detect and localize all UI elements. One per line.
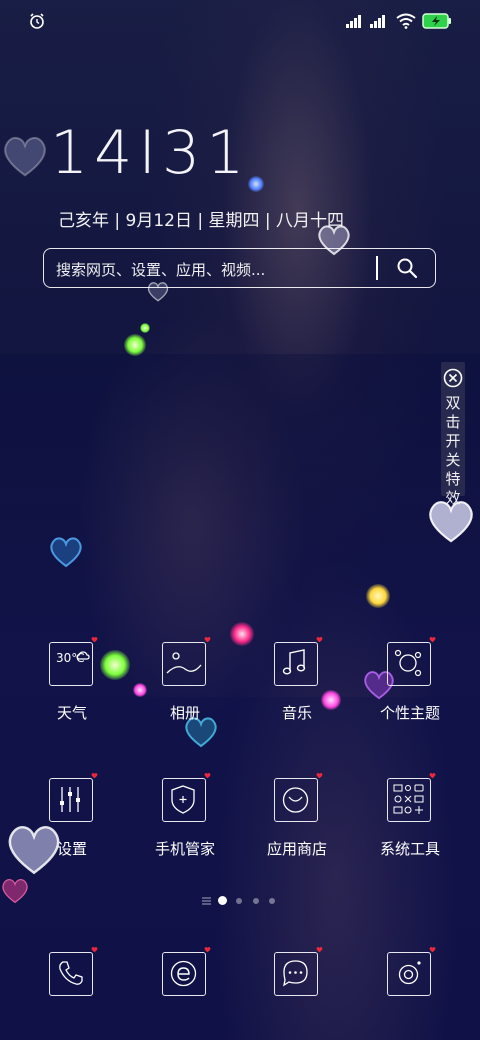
camera-icon <box>387 952 431 996</box>
app-system-tools[interactable]: 系统工具 <box>365 773 455 866</box>
bokeh-light <box>140 323 150 333</box>
badge-heart-icon <box>204 947 211 953</box>
app-theme[interactable]: 个性主题 <box>365 637 455 730</box>
badge-heart-icon <box>429 637 436 643</box>
weather-icon: 30℃ <box>49 642 93 686</box>
phone-icon <box>49 952 93 996</box>
phone-manager-icon <box>162 778 206 822</box>
clock-widget[interactable]: 14I31 <box>50 118 250 188</box>
badge-heart-icon <box>91 637 98 643</box>
app-settings[interactable]: 设置 <box>27 773 117 866</box>
alarm-icon <box>30 13 44 29</box>
badge-heart-icon <box>91 773 98 779</box>
heart-decoration <box>2 879 28 904</box>
heart-decoration <box>4 136 46 177</box>
page-indicator[interactable] <box>200 896 280 906</box>
wifi-icon <box>396 13 416 29</box>
page-dot[interactable] <box>253 898 259 904</box>
app-label: 天气 <box>56 704 87 722</box>
badge-heart-icon <box>429 947 436 953</box>
badge-heart-icon <box>316 773 323 779</box>
badge-heart-icon <box>429 773 436 779</box>
bokeh-light <box>248 176 264 192</box>
bokeh-light <box>124 334 146 356</box>
app-label: 应用商店 <box>266 840 327 858</box>
badge-heart-icon <box>316 947 323 953</box>
app-store-icon <box>274 778 318 822</box>
signal-icon <box>346 15 361 28</box>
system-tools-icon <box>387 778 431 822</box>
browser-icon <box>162 952 206 996</box>
gallery-icon <box>162 642 206 686</box>
messages-icon <box>274 952 318 996</box>
app-label: 设置 <box>56 840 87 858</box>
badge-heart-icon <box>91 947 98 953</box>
bokeh-light <box>366 584 390 608</box>
app-label: 手机管家 <box>154 840 215 858</box>
search-placeholder: 搜索网页、设置、应用、视频... <box>56 261 266 279</box>
app-app-store[interactable]: 应用商店 <box>252 773 342 866</box>
signal-icon <box>370 15 385 28</box>
page-dot-active[interactable] <box>218 896 227 905</box>
bokeh-light <box>230 622 254 646</box>
battery-charging-icon <box>422 13 451 29</box>
close-icon[interactable] <box>443 368 463 388</box>
settings-icon <box>49 778 93 822</box>
effects-toggle-label: 双击开关特效 <box>445 394 461 507</box>
app-music[interactable]: 音乐 <box>252 637 342 730</box>
music-icon <box>274 642 318 686</box>
dock-camera[interactable] <box>365 947 455 1000</box>
page-dot[interactable] <box>236 898 242 904</box>
app-phone-manager[interactable]: 手机管家 <box>140 773 230 866</box>
app-label: 音乐 <box>281 704 312 722</box>
badge-heart-icon <box>204 637 211 643</box>
app-gallery[interactable]: 相册 <box>140 637 230 730</box>
dock-browser[interactable] <box>140 947 230 1000</box>
badge-heart-icon <box>316 637 323 643</box>
app-label: 个性主题 <box>379 704 440 722</box>
search-divider <box>376 256 378 280</box>
search-bar[interactable]: 搜索网页、设置、应用、视频... <box>43 248 436 288</box>
app-label: 系统工具 <box>379 840 440 858</box>
app-weather[interactable]: 30℃ 天气 <box>27 637 117 730</box>
app-label: 相册 <box>169 704 200 722</box>
dock-phone[interactable] <box>27 947 117 1000</box>
page-list-icon <box>202 897 211 905</box>
badge-heart-icon <box>204 773 211 779</box>
theme-icon <box>387 642 431 686</box>
heart-decoration <box>50 537 82 568</box>
dock-messages[interactable] <box>252 947 342 1000</box>
status-bar <box>0 10 480 34</box>
page-dot[interactable] <box>269 898 275 904</box>
search-icon[interactable] <box>396 257 418 279</box>
effects-toggle-tab[interactable]: 双击开关特效 <box>441 362 465 507</box>
date-label: 己亥年 | 9月12日 | 星期四 | 八月十四 <box>58 211 345 231</box>
